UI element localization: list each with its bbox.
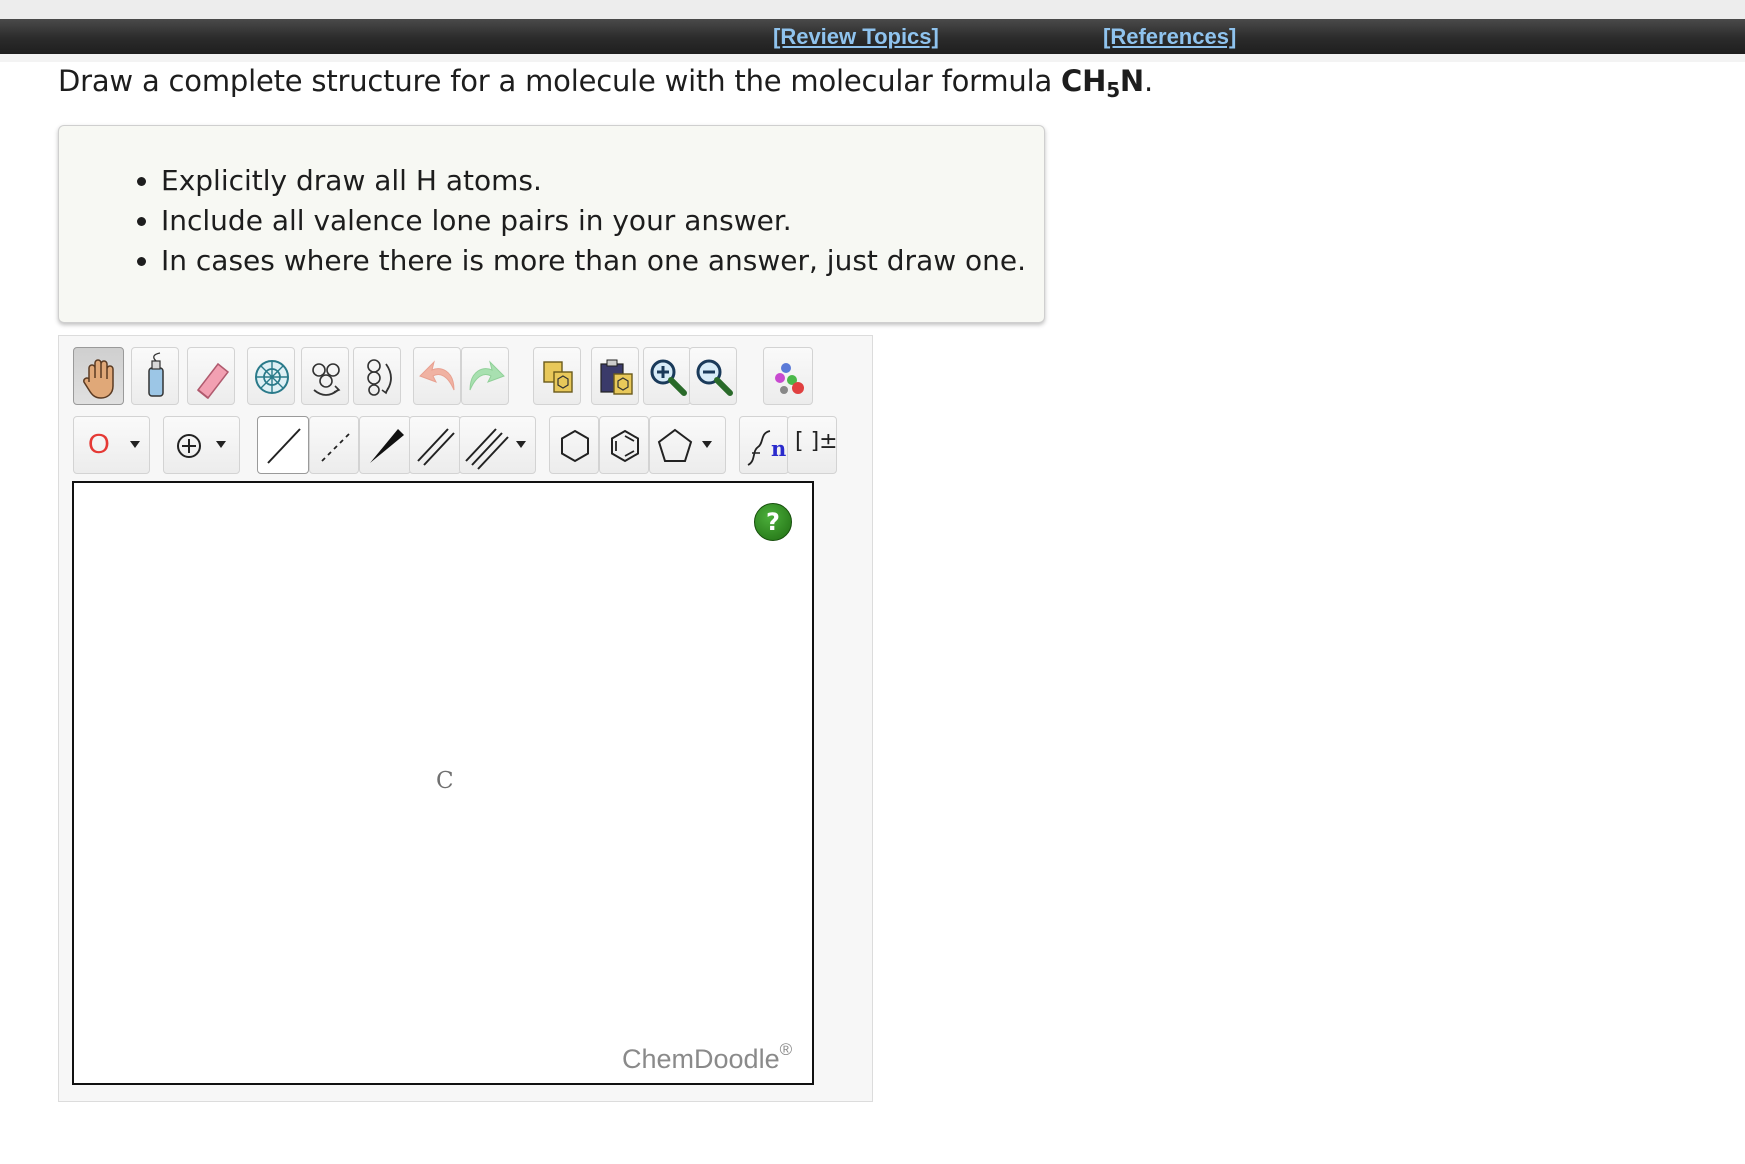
- triple-bond-button[interactable]: [459, 416, 536, 474]
- double-bond-icon: [417, 428, 455, 466]
- atom-selector-button[interactable]: O: [73, 416, 150, 474]
- charge-selector-button[interactable]: [163, 416, 240, 474]
- clean-icon: [775, 363, 804, 394]
- eraser-icon: [196, 362, 230, 400]
- dropdown-arrow-icon: [130, 441, 140, 448]
- cyclohexane-button[interactable]: [549, 416, 599, 474]
- bracket-button[interactable]: [ ]±: [787, 416, 838, 474]
- question-prefix: Draw a complete structure for a molecule…: [58, 64, 1062, 98]
- lasso-tool-button[interactable]: [131, 347, 179, 405]
- flip-vertical-button[interactable]: [353, 347, 401, 405]
- bracket-icon: [ ]±: [795, 429, 838, 454]
- dashed-bond-button[interactable]: [309, 416, 359, 474]
- molecular-formula: CH5N: [1061, 64, 1144, 102]
- nav-divider: [0, 54, 1745, 62]
- benzene-button[interactable]: [599, 416, 649, 474]
- undo-button[interactable]: [413, 347, 461, 405]
- instructions-list: Explicitly draw all H atoms. Include all…: [59, 161, 1026, 281]
- top-strip: [0, 0, 1745, 19]
- instruction-item: Include all valence lone pairs in your a…: [161, 201, 1026, 241]
- double-bond-button[interactable]: [409, 416, 461, 474]
- lasso-icon: [148, 352, 164, 397]
- instructions-box: Explicitly draw all H atoms. Include all…: [58, 125, 1045, 323]
- benzene-icon: [611, 429, 639, 463]
- cyclopentane-icon: [657, 428, 712, 462]
- paste-icon: [600, 359, 633, 395]
- flip-vertical-icon: [367, 359, 392, 396]
- charge-icon: [177, 434, 226, 458]
- zoom-in-icon: [650, 359, 687, 396]
- zoom-out-button[interactable]: [689, 347, 737, 405]
- hand-icon: [83, 359, 114, 399]
- clean-button[interactable]: [763, 347, 813, 405]
- flip-horizontal-button[interactable]: [301, 347, 349, 405]
- single-bond-button[interactable]: [257, 416, 309, 474]
- eraser-tool-button[interactable]: [187, 347, 235, 405]
- undo-icon: [419, 360, 455, 391]
- redo-button[interactable]: [461, 347, 509, 405]
- triple-bond-icon: [465, 428, 526, 470]
- instruction-item: Explicitly draw all H atoms.: [161, 161, 1026, 201]
- copy-button[interactable]: [533, 347, 581, 405]
- cyclohexane-icon: [561, 429, 589, 463]
- question-text: Draw a complete structure for a molecule…: [58, 64, 1154, 102]
- zoom-out-icon: [696, 359, 733, 396]
- dashed-bond-icon: [321, 433, 350, 462]
- instruction-item: In cases where there is more than one an…: [161, 241, 1026, 281]
- center-icon: [255, 360, 289, 394]
- chemdoodle-watermark: ChemDoodle®: [622, 1040, 793, 1074]
- repeat-unit-label: n: [771, 436, 787, 461]
- repeat-unit-button[interactable]: n: [739, 416, 789, 474]
- carbon-atom[interactable]: C: [436, 768, 454, 794]
- single-bond-icon: [267, 428, 301, 464]
- paste-button[interactable]: [591, 347, 639, 405]
- wedge-bond-button[interactable]: [359, 416, 411, 474]
- help-icon[interactable]: ?: [754, 503, 792, 541]
- center-tool-button[interactable]: [247, 347, 295, 405]
- cyclopentane-button[interactable]: [649, 416, 726, 474]
- drawing-canvas[interactable]: ? C ChemDoodle®: [72, 481, 814, 1085]
- hand-tool-button[interactable]: [73, 347, 124, 405]
- review-topics-link[interactable]: [Review Topics]: [773, 24, 939, 50]
- nav-bar: [Review Topics] [References]: [0, 19, 1745, 54]
- copy-icon: [543, 361, 573, 393]
- flip-horizontal-icon: [312, 363, 341, 396]
- redo-icon: [469, 360, 505, 391]
- wedge-bond-icon: [370, 429, 404, 463]
- references-link[interactable]: [References]: [1103, 24, 1236, 50]
- zoom-in-button[interactable]: [643, 347, 691, 405]
